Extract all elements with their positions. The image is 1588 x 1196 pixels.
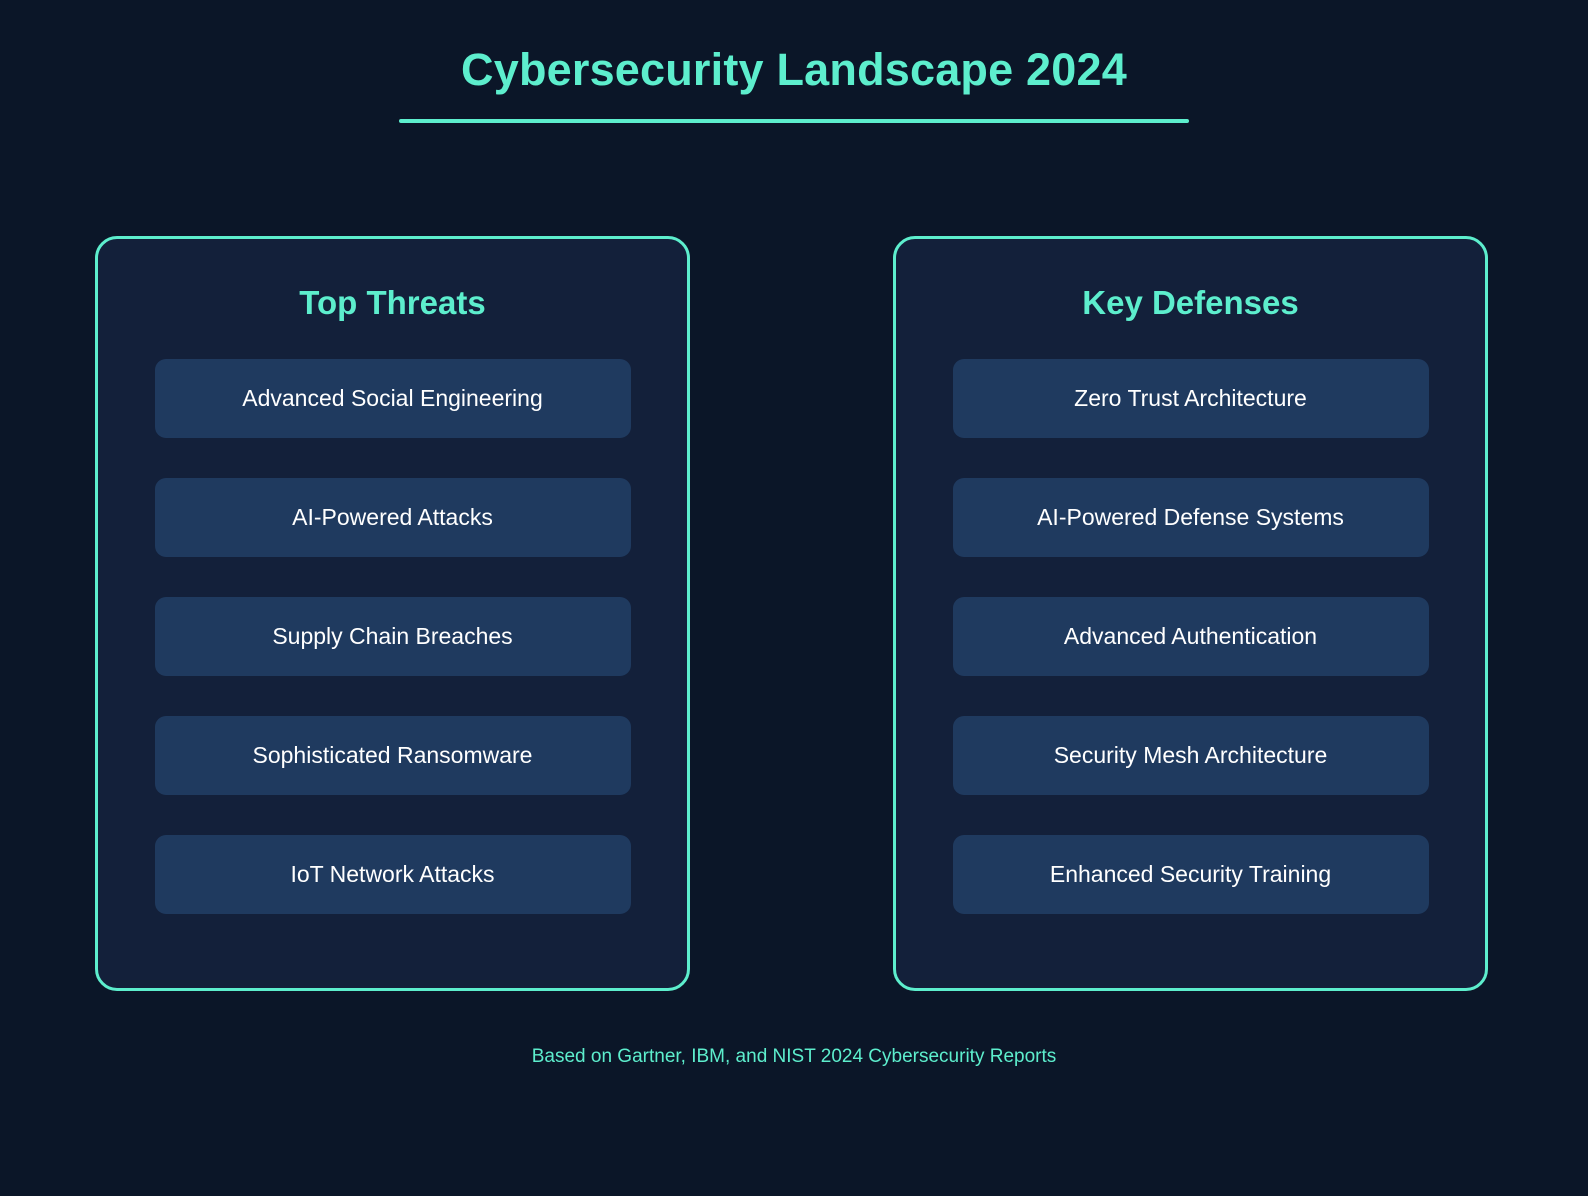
card-top-threats: Top Threats Advanced Social Engineering … (95, 236, 690, 991)
list-item[interactable]: Advanced Authentication (952, 596, 1429, 676)
infographic-page: Cybersecurity Landscape 2024 Top Threats… (0, 0, 1588, 1196)
list-item[interactable]: Supply Chain Breaches (154, 596, 631, 676)
card-title-key-defenses: Key Defenses (1082, 284, 1299, 321)
footer: Based on Gartner, IBM, and NIST 2024 Cyb… (0, 1045, 1588, 1070)
columns-container: Top Threats Advanced Social Engineering … (95, 236, 1488, 991)
list-item[interactable]: Security Mesh Architecture (952, 715, 1429, 795)
list-item[interactable]: Sophisticated Ransomware (154, 715, 631, 795)
list-item[interactable]: Advanced Social Engineering (154, 358, 631, 438)
list-item[interactable]: Zero Trust Architecture (952, 358, 1429, 438)
list-item[interactable]: AI-Powered Attacks (154, 477, 631, 557)
card-key-defenses: Key Defenses Zero Trust Architecture AI-… (893, 236, 1488, 991)
list-item[interactable]: AI-Powered Defense Systems (952, 477, 1429, 557)
list-top-threats: Advanced Social Engineering AI-Powered A… (154, 358, 631, 914)
footer-source-note: Based on Gartner, IBM, and NIST 2024 Cyb… (531, 1046, 1057, 1067)
page-title: Cybersecurity Landscape 2024 (461, 44, 1127, 95)
list-key-defenses: Zero Trust Architecture AI-Powered Defen… (952, 358, 1429, 914)
card-title-top-threats: Top Threats (299, 284, 486, 321)
list-item[interactable]: IoT Network Attacks (154, 834, 631, 914)
title-divider (399, 118, 1189, 123)
list-item[interactable]: Enhanced Security Training (952, 834, 1429, 914)
header: Cybersecurity Landscape 2024 (0, 0, 1588, 123)
